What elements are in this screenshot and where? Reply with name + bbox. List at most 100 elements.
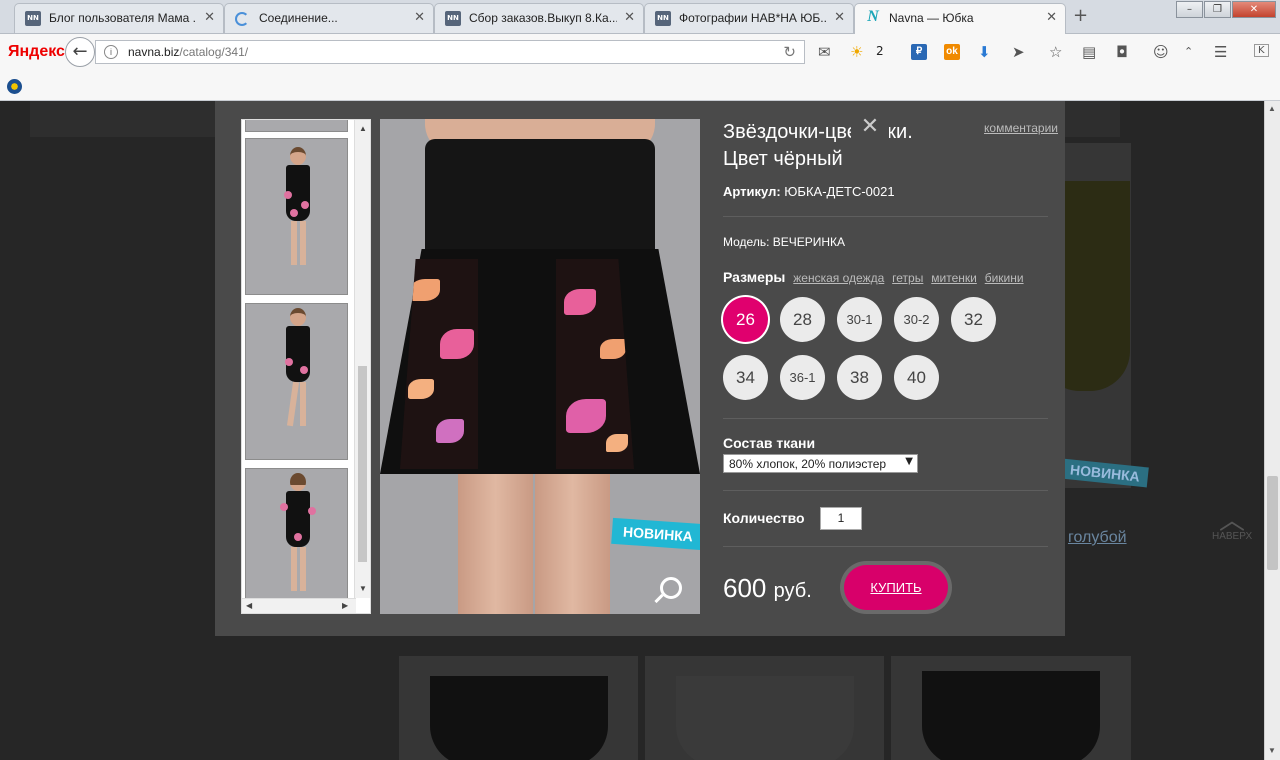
thumbnail-scrollbar[interactable]: ▲ ▼ — [354, 120, 370, 598]
close-window-icon[interactable]: ✕ — [1232, 1, 1276, 18]
size-option[interactable]: 38 — [837, 355, 882, 400]
thumbnail-image[interactable] — [245, 138, 348, 295]
bookmark-favicon-icon[interactable] — [7, 79, 22, 94]
yandex-logo[interactable]: Яндекс — [8, 43, 65, 61]
size-option[interactable]: 40 — [894, 355, 939, 400]
article-label: Артикул: — [723, 184, 781, 199]
photo-floral-panel — [400, 259, 478, 469]
close-tab-icon[interactable]: ✕ — [204, 10, 215, 25]
sizes-label: Размеры — [723, 269, 786, 285]
scroll-up-icon[interactable]: ▲ — [359, 124, 367, 133]
minimize-icon[interactable]: – — [1176, 1, 1203, 18]
bookmarks-bar — [0, 70, 1280, 101]
size-option[interactable]: 32 — [951, 297, 996, 342]
mail-icon[interactable]: ✉ — [818, 43, 831, 61]
url-host: navna.biz — [128, 45, 180, 59]
window-controls: – ❐ ✕ — [1175, 1, 1276, 18]
scroll-up-icon[interactable]: ▲ — [1268, 104, 1276, 113]
weather-icon[interactable]: ☀ — [850, 43, 863, 61]
photo-leg — [458, 474, 533, 614]
size-option[interactable]: 28 — [780, 297, 825, 342]
thumbnail-model — [280, 473, 316, 593]
pocket-icon[interactable]: ◘ — [1116, 43, 1128, 61]
ruble-icon[interactable]: ₽ — [911, 44, 927, 60]
size-link-women[interactable]: женская одежда — [793, 271, 884, 285]
back-button[interactable]: ← — [65, 37, 95, 67]
comments-link[interactable]: комментарии — [984, 121, 1058, 135]
site-favicon-icon: NN — [445, 11, 461, 26]
price-value: 600 — [723, 573, 767, 603]
divider — [723, 490, 1048, 491]
scrollbar-thumb[interactable] — [358, 366, 367, 562]
size-link-bikini[interactable]: бикини — [985, 271, 1024, 285]
tab-title: Соединение... — [259, 11, 338, 25]
chevron-up-icon: ︿ — [1219, 506, 1246, 536]
info-icon[interactable]: i — [104, 45, 118, 59]
reload-icon[interactable]: ↻ — [783, 43, 796, 61]
scroll-to-top-button[interactable]: ︿ НАВЕРХ — [1212, 506, 1252, 542]
tab-orders[interactable]: NN Сбор заказов.Выкуп 8.Ка... ✕ — [434, 3, 644, 33]
site-favicon-icon: NN — [655, 11, 671, 26]
size-option[interactable]: 34 — [723, 355, 768, 400]
close-tab-icon[interactable]: ✕ — [414, 10, 425, 25]
background-color-link[interactable]: голубой — [1068, 529, 1127, 547]
size-option[interactable]: 30-2 — [894, 297, 939, 342]
size-option-selected[interactable]: 26 — [723, 297, 768, 342]
thumbnail-model — [284, 147, 312, 267]
buy-button[interactable]: КУПИТЬ — [844, 565, 948, 610]
emoji-icon[interactable]: ☺ — [1153, 43, 1169, 61]
model-line: Модель: ВЕЧЕРИНКА — [723, 235, 845, 249]
chevron-up-icon[interactable]: ⌃ — [1184, 45, 1193, 58]
download-icon[interactable]: ⬇ — [978, 43, 991, 61]
size-option[interactable]: 36-1 — [780, 355, 825, 400]
new-tab-button[interactable]: + — [1073, 5, 1088, 26]
thumbnail-image[interactable] — [245, 468, 348, 613]
main-product-photo[interactable]: НОВИНКА — [380, 119, 700, 614]
close-tab-icon[interactable]: ✕ — [624, 10, 635, 25]
scroll-right-icon[interactable]: ▶ — [342, 601, 348, 610]
divider — [723, 546, 1048, 547]
size-link-mittens[interactable]: митенки — [931, 271, 977, 285]
menu-icon[interactable]: ☰ — [1214, 43, 1227, 61]
quantity-input[interactable]: 1 — [820, 507, 862, 530]
thumbnail-hscrollbar[interactable]: ◀ ▶ — [242, 598, 356, 613]
chevron-down-icon: ▼ — [905, 456, 913, 467]
background-product-image — [430, 676, 608, 760]
tab-blog[interactable]: NN Блог пользователя Мама ... ✕ — [14, 3, 224, 33]
tab-strip: NN Блог пользователя Мама ... ✕ Соединен… — [0, 0, 1280, 34]
address-bar[interactable]: i navna.biz/catalog/341/ ↻ — [95, 40, 805, 64]
thumbnail-image[interactable] — [245, 120, 348, 132]
new-badge: НОВИНКА — [611, 517, 700, 551]
close-modal-icon[interactable]: ✕ — [851, 109, 889, 147]
thumbnail-list[interactable]: ▲ ▼ ◀ ▶ — [241, 119, 371, 614]
tab-photos[interactable]: NN Фотографии НАВ*НА ЮБ... ✕ — [644, 3, 854, 33]
tab-navna-active[interactable]: N Navna — Юбка ✕ — [854, 3, 1066, 34]
fabric-select[interactable]: 80% хлопок, 20% полиэстер ▼ — [723, 454, 918, 473]
close-tab-icon[interactable]: ✕ — [1046, 10, 1057, 25]
zoom-icon[interactable] — [660, 577, 682, 599]
scroll-down-icon[interactable]: ▼ — [359, 584, 367, 593]
tab-loading[interactable]: Соединение... ✕ — [224, 3, 434, 33]
price-currency: руб. — [773, 580, 812, 602]
profile-icon[interactable]: K — [1254, 44, 1269, 57]
size-link-gaiters[interactable]: гетры — [892, 271, 923, 285]
fabric-selected-value: 80% хлопок, 20% полиэстер — [729, 457, 887, 471]
close-tab-icon[interactable]: ✕ — [834, 10, 845, 25]
yandex-logo-text: Яндекс — [8, 43, 65, 60]
page-scrollbar[interactable]: ▲ ▼ — [1264, 101, 1280, 760]
star-icon[interactable]: ☆ — [1049, 43, 1062, 61]
article-line: Артикул: ЮБКА-ДЕТС-0021 — [723, 184, 1048, 199]
odnoklassniki-icon[interactable]: ok — [944, 44, 960, 60]
scrollbar-thumb[interactable] — [1267, 476, 1278, 570]
quantity-label: Количество — [723, 510, 805, 526]
send-icon[interactable]: ➤ — [1012, 43, 1025, 61]
maximize-icon[interactable]: ❐ — [1204, 1, 1231, 18]
navna-favicon-icon: N — [867, 8, 879, 25]
reading-list-icon[interactable]: ▤ — [1082, 43, 1096, 61]
divider — [723, 418, 1048, 419]
background-product-image — [676, 676, 854, 760]
thumbnail-image[interactable] — [245, 303, 348, 460]
size-option[interactable]: 30-1 — [837, 297, 882, 342]
scroll-down-icon[interactable]: ▼ — [1268, 746, 1276, 755]
scroll-left-icon[interactable]: ◀ — [246, 601, 252, 610]
